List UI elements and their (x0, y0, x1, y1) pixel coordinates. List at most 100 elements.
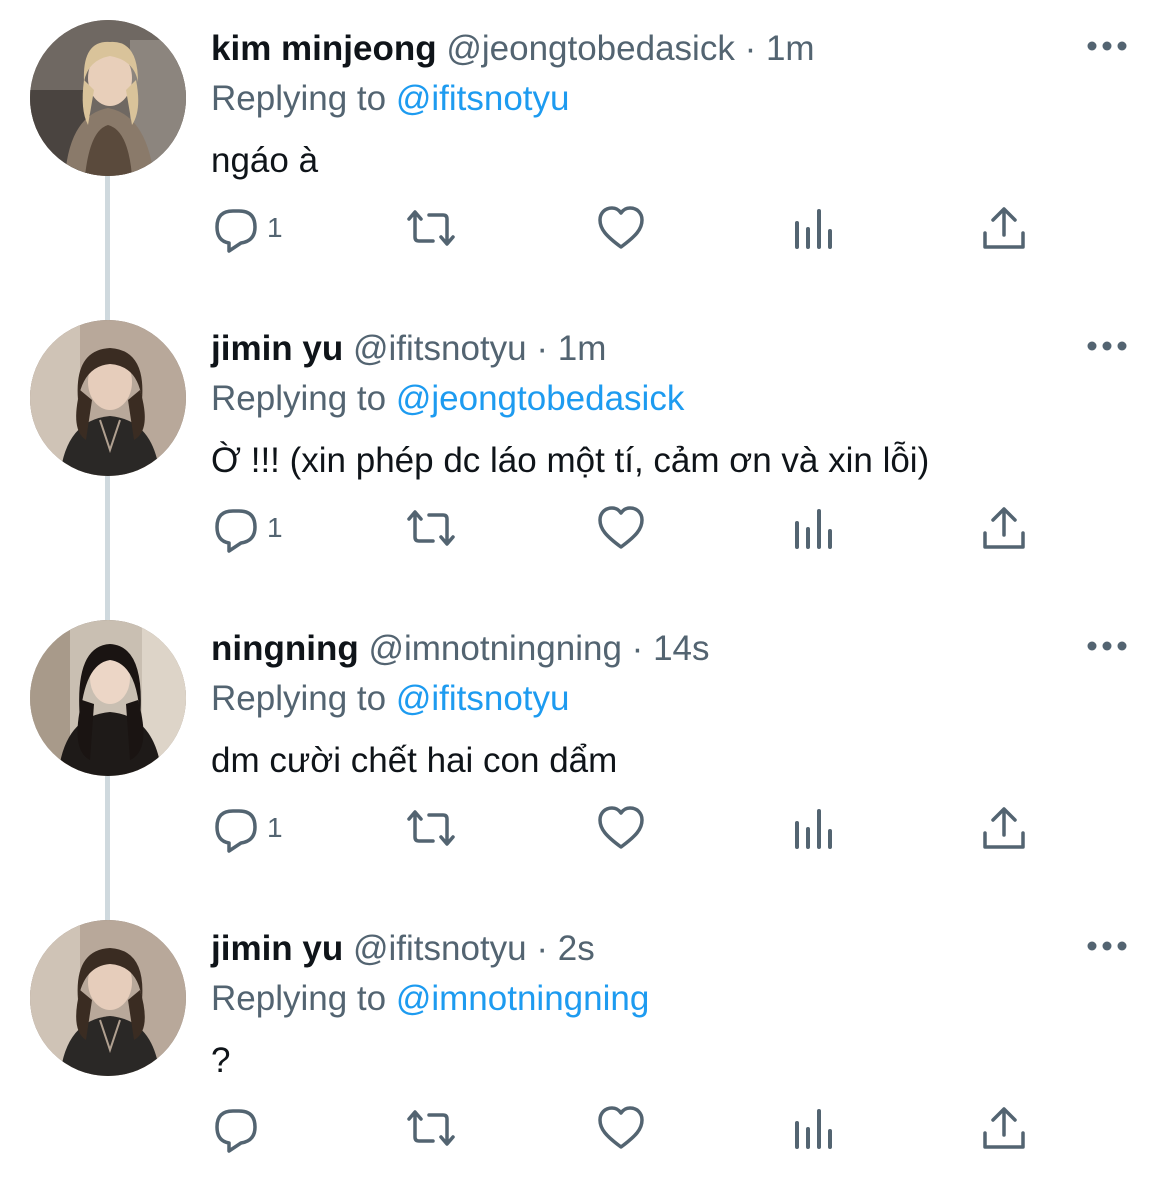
more-horizontal-icon (1087, 941, 1127, 951)
mention-link[interactable]: @ifitsnotyu (396, 79, 570, 118)
more-options-button[interactable] (1086, 936, 1128, 956)
views-button[interactable] (789, 500, 839, 556)
reply-count: 1 (267, 812, 283, 843)
more-options-button[interactable] (1086, 336, 1128, 356)
share-button[interactable] (979, 200, 1029, 256)
tweet-actions (211, 1100, 1051, 1156)
user-handle[interactable]: @imnotningning (368, 629, 621, 668)
tweet-header: kim minjeong @jeongtobedasick · 1m (211, 26, 815, 72)
mention-link[interactable]: @imnotningning (396, 979, 649, 1018)
reply-bubble-icon (215, 809, 257, 853)
reply-count: 1 (267, 212, 283, 243)
display-name[interactable]: kim minjeong (211, 29, 437, 68)
reply-thread: kim minjeong @jeongtobedasick · 1m Reply… (0, 0, 1170, 1191)
share-button[interactable] (979, 500, 1029, 556)
display-name[interactable]: jimin yu (211, 329, 343, 368)
share-upload-icon (983, 807, 1025, 849)
display-name[interactable]: jimin yu (211, 929, 343, 968)
tweet-text: ngáo à (211, 141, 319, 180)
avatar[interactable] (30, 20, 186, 176)
tweet[interactable]: ningning @imnotningning · 14s Replying t… (0, 600, 1170, 900)
tweet-actions: 1 (211, 200, 1051, 256)
reply-button[interactable]: 1 (211, 500, 283, 556)
views-bar-chart-icon (795, 209, 832, 249)
replying-to-label: Replying to (211, 979, 387, 1018)
share-upload-icon (983, 507, 1025, 549)
tweet-text: Ờ !!! (xin phép dc láo một tí, cảm ơn và… (211, 441, 930, 480)
more-options-button[interactable] (1086, 636, 1128, 656)
mention-link[interactable]: @jeongtobedasick (396, 379, 685, 418)
more-horizontal-icon (1087, 41, 1127, 51)
like-button[interactable] (596, 1100, 646, 1156)
like-button[interactable] (596, 200, 646, 256)
views-bar-chart-icon (795, 809, 832, 849)
reply-count: 1 (267, 512, 283, 543)
timestamp[interactable]: 14s (653, 629, 709, 668)
replying-to-label: Replying to (211, 379, 387, 418)
tweet[interactable]: jimin yu @ifitsnotyu · 1m Replying to @j… (0, 300, 1170, 600)
avatar[interactable] (30, 320, 186, 476)
more-horizontal-icon (1087, 341, 1127, 351)
views-button[interactable] (789, 1100, 839, 1156)
more-horizontal-icon (1087, 641, 1127, 651)
views-button[interactable] (789, 800, 839, 856)
avatar[interactable] (30, 620, 186, 776)
replying-to-label: Replying to (211, 79, 387, 118)
heart-icon (598, 1106, 644, 1149)
like-button[interactable] (596, 500, 646, 556)
user-handle[interactable]: @jeongtobedasick (446, 29, 735, 68)
tweet-actions: 1 (211, 800, 1051, 856)
tweet-text: ? (211, 1041, 231, 1080)
tweet-actions: 1 (211, 500, 1051, 556)
heart-icon (598, 206, 644, 249)
retweet-button[interactable] (401, 1100, 461, 1156)
share-upload-icon (983, 1107, 1025, 1149)
replying-to: Replying to @jeongtobedasick (211, 376, 684, 422)
share-button[interactable] (979, 800, 1029, 856)
user-handle[interactable]: @ifitsnotyu (353, 329, 527, 368)
timestamp[interactable]: 1m (766, 29, 815, 68)
more-options-button[interactable] (1086, 36, 1128, 56)
separator-dot: · (536, 929, 549, 968)
reply-bubble-icon (215, 509, 257, 553)
retweet-icon (407, 510, 455, 546)
views-button[interactable] (789, 200, 839, 256)
tweet-header: ningning @imnotningning · 14s (211, 626, 710, 672)
timestamp[interactable]: 1m (558, 329, 607, 368)
separator-dot: · (744, 29, 757, 68)
retweet-icon (407, 210, 455, 246)
like-button[interactable] (596, 800, 646, 856)
retweet-button[interactable] (401, 500, 461, 556)
display-name[interactable]: ningning (211, 629, 359, 668)
retweet-icon (407, 810, 455, 846)
heart-icon (598, 506, 644, 549)
share-upload-icon (983, 207, 1025, 249)
reply-bubble-icon (215, 209, 257, 253)
reply-button[interactable]: 1 (211, 200, 283, 256)
retweet-button[interactable] (401, 800, 461, 856)
separator-dot: · (536, 329, 549, 368)
tweet-header: jimin yu @ifitsnotyu · 2s (211, 926, 595, 972)
reply-bubble-icon (215, 1109, 257, 1153)
user-handle[interactable]: @ifitsnotyu (353, 929, 527, 968)
reply-button[interactable]: 1 (211, 800, 283, 856)
timestamp[interactable]: 2s (558, 929, 595, 968)
tweet-header: jimin yu @ifitsnotyu · 1m (211, 326, 606, 372)
mention-link[interactable]: @ifitsnotyu (396, 679, 570, 718)
replying-to-label: Replying to (211, 679, 387, 718)
tweet[interactable]: jimin yu @ifitsnotyu · 2s Replying to @i… (0, 900, 1170, 1191)
views-bar-chart-icon (795, 509, 832, 549)
tweet[interactable]: kim minjeong @jeongtobedasick · 1m Reply… (0, 0, 1170, 300)
heart-icon (598, 806, 644, 849)
separator-dot: · (631, 629, 644, 668)
replying-to: Replying to @ifitsnotyu (211, 76, 570, 122)
retweet-icon (407, 1110, 455, 1146)
reply-button[interactable] (211, 1100, 267, 1156)
share-button[interactable] (979, 1100, 1029, 1156)
replying-to: Replying to @imnotningning (211, 976, 649, 1022)
avatar[interactable] (30, 920, 186, 1076)
tweet-text: dm cười chết hai con dẩm (211, 741, 618, 780)
retweet-button[interactable] (401, 200, 461, 256)
replying-to: Replying to @ifitsnotyu (211, 676, 570, 722)
views-bar-chart-icon (795, 1109, 832, 1149)
